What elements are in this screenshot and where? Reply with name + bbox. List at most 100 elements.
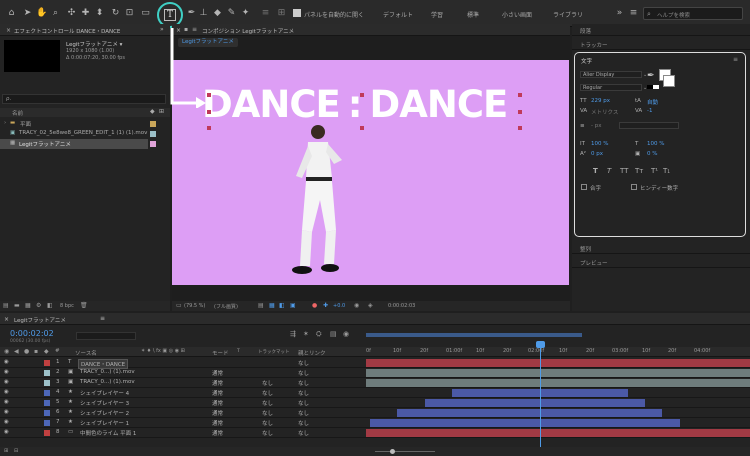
- layer-row[interactable]: ◉ 5 ★ シェイプレイヤー 3 通常 なし なし: [0, 398, 750, 408]
- close-tab-icon[interactable]: ×: [6, 27, 11, 34]
- white-swatch[interactable]: [653, 85, 659, 89]
- camera-orbit-icon[interactable]: ✣: [66, 8, 77, 19]
- bbox-handle[interactable]: [207, 110, 211, 114]
- toggle-switches-icon[interactable]: ⊞: [4, 448, 8, 454]
- preview-header[interactable]: プレビュー: [572, 256, 750, 268]
- layer-row[interactable]: ◉ 7 ★ シェイプレイヤー 1 通常 なし なし: [0, 418, 750, 428]
- timeline-timecode[interactable]: 0:00:02:02: [10, 329, 54, 338]
- zoom-slider[interactable]: [375, 451, 435, 452]
- workspace-default[interactable]: デフォルト: [383, 10, 413, 19]
- draft-3d-icon[interactable]: ✶: [303, 330, 309, 338]
- color-swatch-icon[interactable]: ◈: [368, 302, 373, 309]
- bbox-handle[interactable]: [207, 126, 211, 130]
- parent-dropdown[interactable]: なし: [298, 409, 309, 417]
- anchor-tool-icon[interactable]: ⊡: [124, 8, 135, 19]
- exposure-icon[interactable]: ✚: [323, 302, 328, 309]
- panel-menu-icon[interactable]: ≡: [733, 56, 738, 63]
- parent-dropdown[interactable]: なし: [298, 359, 309, 367]
- layer-row[interactable]: ◉ 3 ▣ TRACY_0...) (1).mov 通常 なし なし: [0, 378, 750, 388]
- trackmatte-dropdown[interactable]: なし: [262, 409, 273, 417]
- clone-stamp-icon[interactable]: ⊥: [198, 8, 209, 19]
- grid-icon[interactable]: ▦: [269, 302, 275, 309]
- label-column-icon[interactable]: ◆: [150, 108, 155, 115]
- mode-dropdown[interactable]: 通常: [212, 429, 223, 437]
- dancer-figure[interactable]: [282, 120, 352, 280]
- new-comp-icon[interactable]: ▦: [25, 302, 31, 309]
- always-preview-icon[interactable]: ▭: [176, 302, 182, 309]
- tsume-value[interactable]: 0 %: [647, 151, 657, 157]
- toggle-modes-icon[interactable]: ⊟: [14, 448, 18, 454]
- menu-icon[interactable]: ≡: [100, 315, 105, 322]
- layer-name[interactable]: TRACY_0...) (1).mov: [80, 379, 135, 385]
- small-caps-button[interactable]: Tт: [635, 167, 643, 175]
- layer-name[interactable]: 中間色のライム 平面 1: [80, 429, 136, 437]
- mode-dropdown[interactable]: 通常: [212, 379, 223, 387]
- superscript-button[interactable]: T¹: [651, 167, 658, 175]
- layer-duration-bar[interactable]: [425, 399, 645, 407]
- resolution-dropdown[interactable]: (フル画質): [214, 303, 238, 310]
- parent-dropdown[interactable]: なし: [298, 429, 309, 437]
- work-area-bar[interactable]: [366, 333, 582, 337]
- rotate-tool-icon[interactable]: ↻: [110, 8, 121, 19]
- parent-dropdown[interactable]: なし: [298, 379, 309, 387]
- eraser-icon[interactable]: ◆: [212, 8, 223, 19]
- new-folder-icon[interactable]: ▬: [14, 302, 20, 309]
- hand-tool-icon[interactable]: ✋: [36, 8, 47, 19]
- mask-icon[interactable]: ◧: [279, 302, 285, 309]
- shy-icon[interactable]: ⛭: [316, 330, 322, 339]
- snapshot-icon[interactable]: ▤: [258, 302, 264, 309]
- layer-duration-bar[interactable]: [366, 429, 750, 437]
- source-name-column[interactable]: ソース名: [75, 349, 97, 357]
- timeline-tab[interactable]: Legitフラットアニメ: [14, 316, 66, 324]
- project-item[interactable]: › ▬ 平面: [0, 119, 170, 129]
- bbox-handle[interactable]: [360, 93, 364, 97]
- layer-label-color[interactable]: [44, 360, 50, 366]
- tracker-header[interactable]: トラッカー: [572, 38, 750, 50]
- layer-duration-bar[interactable]: [366, 359, 750, 367]
- font-size-value[interactable]: 229 px: [591, 98, 610, 104]
- layer-label-color[interactable]: [44, 390, 50, 396]
- bbox-handle[interactable]: [518, 110, 522, 114]
- snap-icon[interactable]: ≡: [260, 8, 271, 19]
- composition-canvas[interactable]: DANCE: DANCE: [172, 60, 569, 285]
- visibility-icon[interactable]: ◉: [4, 409, 9, 415]
- close-tab-icon[interactable]: ×: [4, 316, 9, 323]
- home-icon[interactable]: ⌂: [6, 8, 17, 19]
- visibility-icon[interactable]: ◉: [4, 379, 9, 385]
- selection-tool-icon[interactable]: ➤: [22, 8, 33, 19]
- motion-blur-icon[interactable]: ◉: [343, 330, 349, 338]
- visibility-icon[interactable]: ◉: [4, 419, 9, 425]
- eyedropper-icon[interactable]: ✒: [647, 71, 655, 81]
- stroke-width-value[interactable]: - px: [591, 123, 601, 129]
- viewer-timecode[interactable]: 0:00:02:03: [388, 303, 415, 309]
- horizontal-scale-value[interactable]: 100 %: [647, 141, 664, 147]
- comp-mini-flowchart-icon[interactable]: ⇶: [290, 330, 296, 338]
- color-channel-icon[interactable]: ●: [312, 302, 317, 309]
- workspace-learn[interactable]: 学習: [431, 10, 443, 19]
- visibility-icon[interactable]: ◉: [4, 429, 9, 435]
- workspace-standard[interactable]: 標準: [467, 10, 479, 19]
- layer-row[interactable]: ◉ 6 ★ シェイプレイヤー 2 通常 なし なし: [0, 408, 750, 418]
- mode-dropdown[interactable]: 通常: [212, 419, 223, 427]
- bpc-label[interactable]: 8 bpc: [60, 303, 74, 309]
- auto-open-checkbox[interactable]: [293, 9, 301, 17]
- kerning-value[interactable]: メトリクス: [591, 108, 618, 116]
- font-style-dropdown[interactable]: Regular: [580, 84, 642, 91]
- paragraph-header[interactable]: 段落: [572, 24, 750, 36]
- rectangle-tool-icon[interactable]: ▭: [140, 8, 151, 19]
- bbox-handle[interactable]: [518, 93, 522, 97]
- zoom-slider-thumb[interactable]: [390, 449, 395, 454]
- puppet-pin-icon[interactable]: ✦: [240, 8, 251, 19]
- bbox-handle[interactable]: [360, 126, 364, 130]
- layer-name[interactable]: シェイプレイヤー 1: [80, 419, 129, 427]
- parent-dropdown[interactable]: なし: [298, 389, 309, 397]
- layer-duration-bar[interactable]: [397, 409, 662, 417]
- region-icon[interactable]: ▣: [290, 302, 296, 309]
- ligature-checkbox[interactable]: [581, 184, 587, 190]
- workspace-menu-icon[interactable]: ≡: [628, 8, 639, 19]
- visibility-icon[interactable]: ◉: [4, 389, 9, 395]
- frame-blending-icon[interactable]: ▤: [330, 330, 337, 338]
- workspace-small-screen[interactable]: 小さい画面: [502, 10, 532, 19]
- project-item-selected[interactable]: ▦ Legitフラットアニメ: [0, 139, 148, 149]
- pen-tool-icon[interactable]: ✒: [186, 8, 197, 19]
